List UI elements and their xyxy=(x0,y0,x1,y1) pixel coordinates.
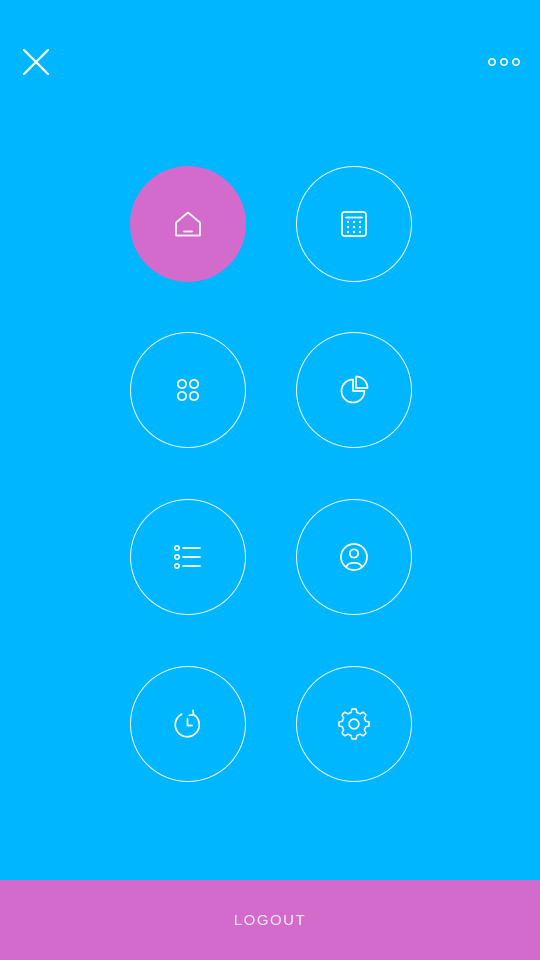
pie-chart-icon xyxy=(334,370,374,410)
home-icon xyxy=(168,204,208,244)
navigation-menu-grid xyxy=(0,0,540,880)
menu-item-list[interactable] xyxy=(130,499,246,615)
menu-item-calculator[interactable] xyxy=(296,166,412,282)
list-icon xyxy=(168,537,208,577)
history-icon xyxy=(168,704,208,744)
menu-item-profile[interactable] xyxy=(296,499,412,615)
menu-item-settings[interactable] xyxy=(296,666,412,782)
menu-item-home[interactable] xyxy=(130,166,246,282)
logout-button[interactable]: LOGOUT xyxy=(0,880,540,960)
menu-item-apps[interactable] xyxy=(130,332,246,448)
calculator-icon xyxy=(334,204,374,244)
settings-icon xyxy=(334,704,374,744)
menu-item-reports[interactable] xyxy=(296,332,412,448)
menu-item-history[interactable] xyxy=(130,666,246,782)
logout-label: LOGOUT xyxy=(233,911,307,929)
profile-icon xyxy=(334,537,374,577)
apps-grid-icon xyxy=(168,370,208,410)
